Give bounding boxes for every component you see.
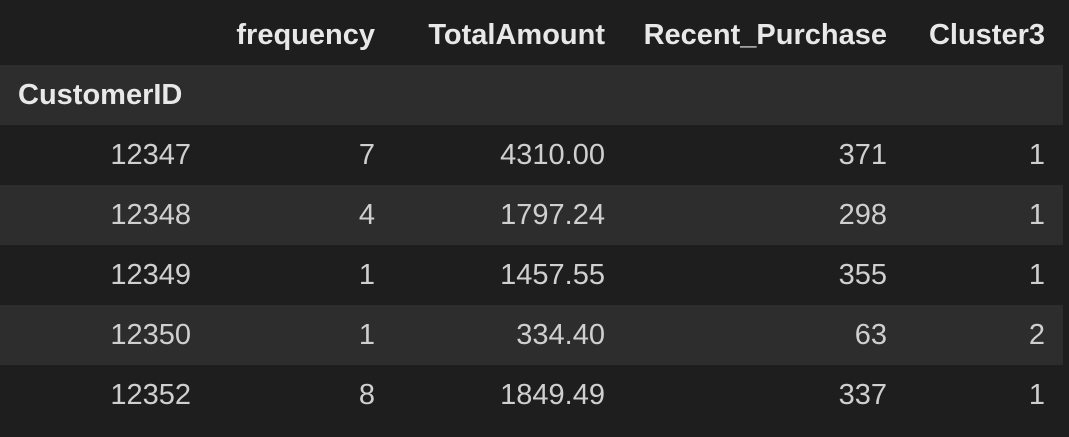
- table-row: 12352 8 1849.49 337 1: [0, 365, 1063, 425]
- dataframe-output: frequency TotalAmount Recent_Purchase Cl…: [0, 5, 1069, 437]
- cell-frequency: 8: [358, 378, 375, 411]
- column-header-totalamount: TotalAmount: [428, 18, 605, 51]
- column-header-recent-purchase: Recent_Purchase: [643, 18, 887, 51]
- column-header-frequency: frequency: [236, 18, 375, 51]
- cell-recent-purchase: 337: [838, 378, 887, 411]
- table-body: 12347 7 4310.00 371 1 12348 4 1797.24 29…: [0, 125, 1063, 425]
- dataframe-table: frequency TotalAmount Recent_Purchase Cl…: [0, 5, 1063, 425]
- index-name-header: CustomerID: [18, 78, 183, 111]
- cell-recent-purchase: 298: [838, 198, 887, 231]
- table-header: frequency TotalAmount Recent_Purchase Cl…: [0, 5, 1063, 125]
- cell-frequency: 1: [358, 318, 375, 351]
- cell-totalamount: 4310.00: [500, 138, 605, 171]
- table-row: 12348 4 1797.24 298 1: [0, 185, 1063, 245]
- cell-totalamount: 1457.55: [500, 258, 605, 291]
- empty-header-cell: [393, 65, 623, 125]
- column-header-row: frequency TotalAmount Recent_Purchase Cl…: [0, 5, 1063, 65]
- cell-recent-purchase: 371: [838, 138, 887, 171]
- cell-frequency: 7: [358, 138, 375, 171]
- cell-cluster3: 1: [1028, 198, 1045, 231]
- cell-recent-purchase: 355: [838, 258, 887, 291]
- row-index: 12349: [110, 258, 191, 291]
- row-index: 12350: [110, 318, 191, 351]
- empty-header-cell: [905, 65, 1063, 125]
- cell-cluster3: 2: [1028, 318, 1045, 351]
- cell-cluster3: 1: [1028, 378, 1045, 411]
- cell-totalamount: 334.40: [516, 318, 605, 351]
- cell-cluster3: 1: [1028, 258, 1045, 291]
- empty-header-cell: [623, 65, 905, 125]
- table-row: 12347 7 4310.00 371 1: [0, 125, 1063, 185]
- table-row: 12350 1 334.40 63 2: [0, 305, 1063, 365]
- column-header-cluster3: Cluster3: [928, 18, 1045, 51]
- cell-recent-purchase: 63: [854, 318, 887, 351]
- cell-totalamount: 1797.24: [500, 198, 605, 231]
- cell-frequency: 1: [358, 258, 375, 291]
- cell-totalamount: 1849.49: [500, 378, 605, 411]
- row-index: 12352: [110, 378, 191, 411]
- empty-header-cell: [209, 65, 393, 125]
- row-index: 12348: [110, 198, 191, 231]
- row-index: 12347: [110, 138, 191, 171]
- corner-cell: [0, 5, 209, 65]
- table-row: 12349 1 1457.55 355 1: [0, 245, 1063, 305]
- cell-cluster3: 1: [1028, 138, 1045, 171]
- index-name-row: CustomerID: [0, 65, 1063, 125]
- cell-frequency: 4: [358, 198, 375, 231]
